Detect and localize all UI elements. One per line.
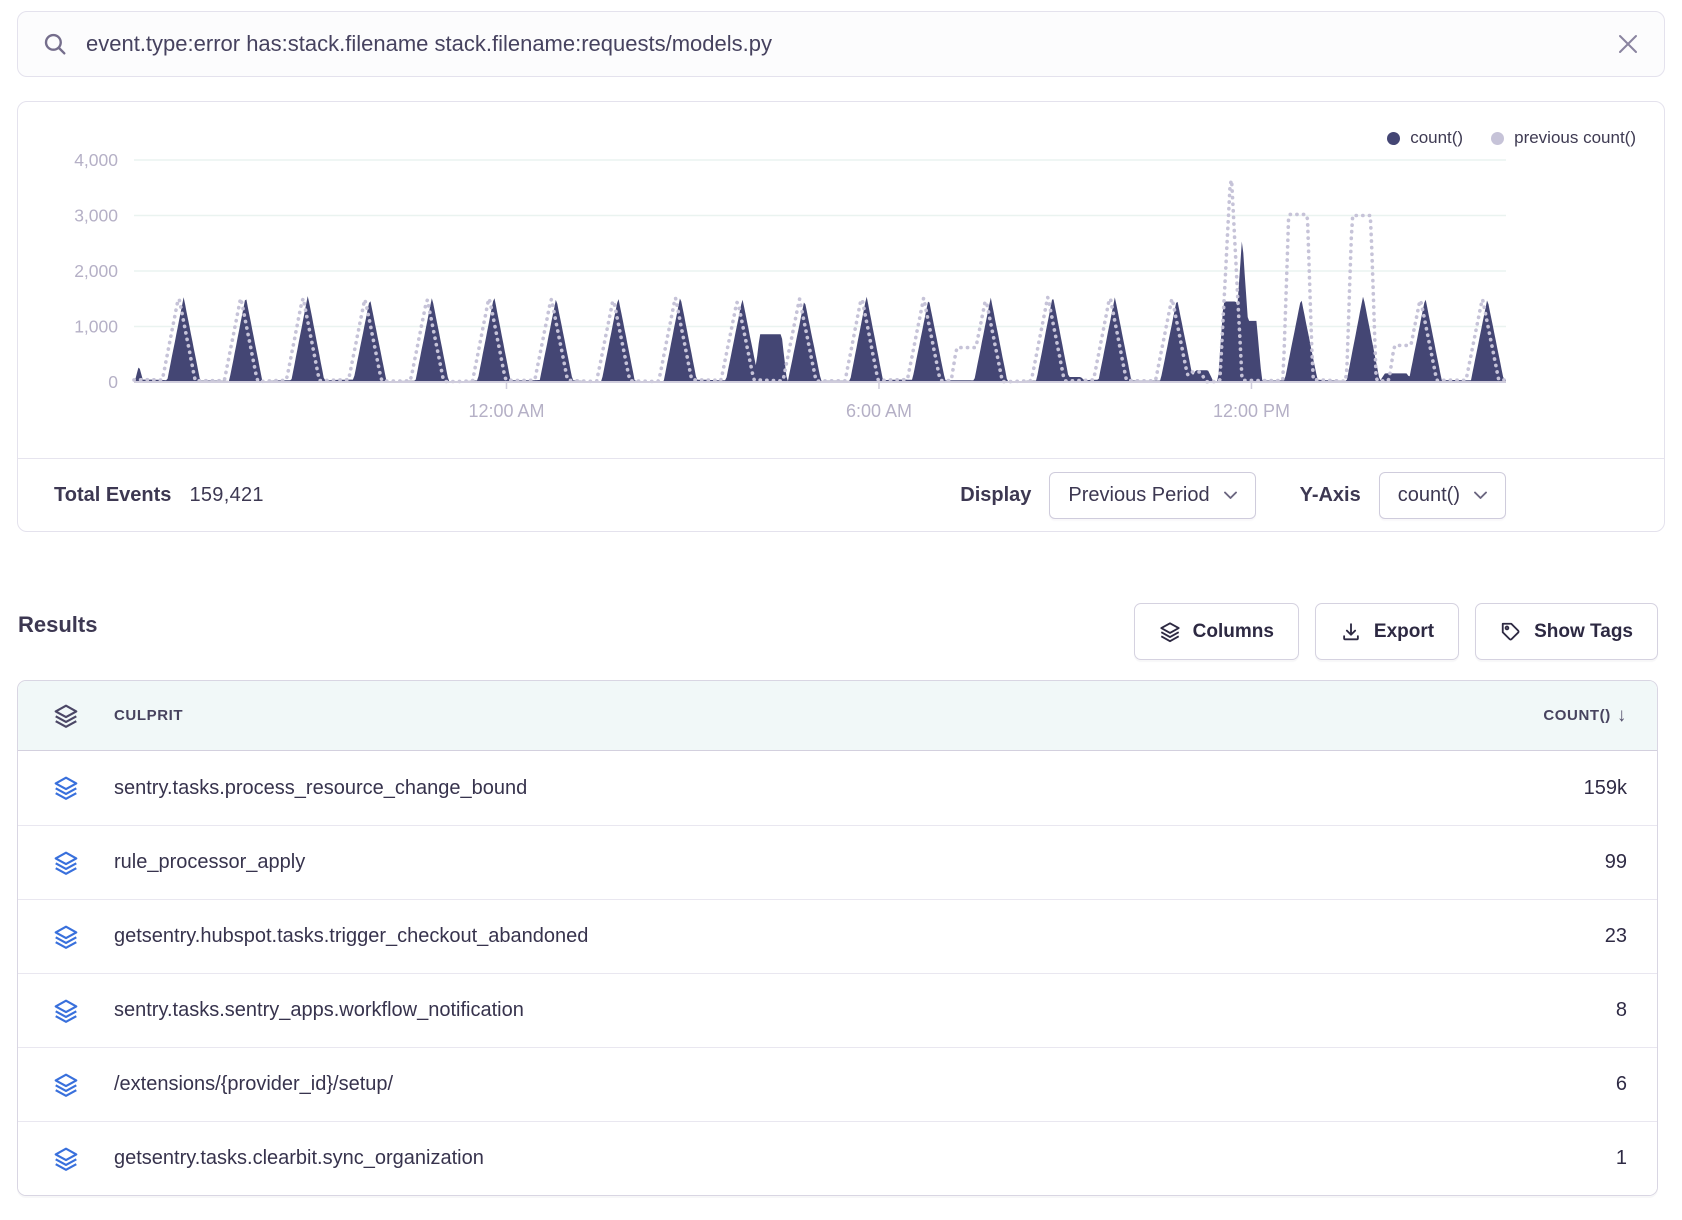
search-input[interactable] [86, 31, 1616, 57]
show-tags-button[interactable]: Show Tags [1475, 603, 1658, 660]
column-header-culprit[interactable]: CULPRIT [114, 707, 183, 724]
y-axis-dropdown-value: count() [1398, 484, 1460, 507]
display-dropdown[interactable]: Previous Period [1049, 472, 1255, 519]
culprit-cell[interactable]: sentry.tasks.sentry_apps.workflow_notifi… [114, 999, 524, 1022]
download-icon [1340, 621, 1362, 643]
stack-icon [1159, 621, 1181, 643]
export-button[interactable]: Export [1315, 603, 1459, 660]
culprit-cell[interactable]: getsentry.tasks.clearbit.sync_organizati… [114, 1147, 484, 1170]
stack-icon [18, 924, 114, 950]
table-header-row: CULPRIT COUNT() ↓ [18, 681, 1657, 751]
svg-text:0: 0 [108, 372, 118, 392]
table-row: getsentry.hubspot.tasks.trigger_checkout… [18, 899, 1657, 973]
svg-text:2,000: 2,000 [74, 261, 118, 281]
chart-legend: count() previous count() [1387, 128, 1636, 148]
display-dropdown-value: Previous Period [1068, 484, 1209, 507]
y-axis-label: Y-Axis [1300, 484, 1361, 507]
svg-text:12:00 AM: 12:00 AM [468, 401, 544, 421]
results-heading: Results [18, 612, 97, 638]
sort-desc-icon: ↓ [1617, 705, 1627, 727]
svg-text:1,000: 1,000 [74, 317, 118, 337]
chart-panel-footer: Total Events 159,421 Display Previous Pe… [18, 458, 1664, 531]
legend-label: count() [1410, 128, 1463, 148]
svg-text:12:00 PM: 12:00 PM [1213, 401, 1290, 421]
tag-icon [1500, 621, 1522, 643]
results-actions: Columns Export Show Tags [1134, 603, 1658, 660]
events-area-chart: 0 1,000 2,000 3,000 4,000 12:00 AM 6:00 AM 12:0… [38, 132, 1646, 462]
culprit-cell[interactable]: /extensions/{provider_id}/setup/ [114, 1073, 393, 1096]
svg-text:4,000: 4,000 [74, 150, 118, 170]
table-row: sentry.tasks.process_resource_change_bou… [18, 751, 1657, 825]
table-row: sentry.tasks.sentry_apps.workflow_notifi… [18, 973, 1657, 1047]
count-cell: 8 [1616, 999, 1657, 1022]
stack-icon [18, 703, 114, 729]
stack-icon [18, 1072, 114, 1098]
stack-icon [18, 1146, 114, 1172]
total-events-value: 159,421 [189, 484, 263, 507]
table-row: /extensions/{provider_id}/setup/ 6 [18, 1047, 1657, 1121]
results-table: CULPRIT COUNT() ↓ sentry.tasks.process_r… [17, 680, 1658, 1196]
events-chart-panel: count() previous count() 0 1,000 2,000 3,00… [17, 101, 1665, 532]
y-axis-dropdown[interactable]: count() [1379, 472, 1506, 519]
search-icon [42, 31, 68, 57]
previous-count-series-dot [1491, 132, 1504, 145]
count-series-dot [1387, 132, 1400, 145]
legend-label: previous count() [1514, 128, 1636, 148]
svg-text:6:00 AM: 6:00 AM [846, 401, 912, 421]
chevron-down-icon [1224, 491, 1237, 500]
table-row: rule_processor_apply 99 [18, 825, 1657, 899]
culprit-cell[interactable]: getsentry.hubspot.tasks.trigger_checkout… [114, 925, 588, 948]
stack-icon [18, 850, 114, 876]
legend-item-count[interactable]: count() [1387, 128, 1463, 148]
count-cell: 1 [1616, 1147, 1657, 1170]
count-cell: 23 [1605, 925, 1657, 948]
count-header-label: COUNT() [1543, 707, 1611, 724]
clear-search-icon[interactable] [1616, 32, 1640, 56]
culprit-cell[interactable]: sentry.tasks.process_resource_change_bou… [114, 777, 527, 800]
display-label: Display [960, 484, 1031, 507]
chevron-down-icon [1474, 491, 1487, 500]
columns-button[interactable]: Columns [1134, 603, 1299, 660]
column-header-count[interactable]: COUNT() ↓ [1543, 705, 1657, 727]
culprit-cell[interactable]: rule_processor_apply [114, 851, 305, 874]
stack-icon [18, 998, 114, 1024]
show-tags-button-label: Show Tags [1534, 621, 1633, 643]
export-button-label: Export [1374, 621, 1434, 643]
total-events-label: Total Events [54, 484, 171, 507]
search-bar [17, 11, 1665, 77]
columns-button-label: Columns [1193, 621, 1274, 643]
count-cell: 6 [1616, 1073, 1657, 1096]
count-cell: 99 [1605, 851, 1657, 874]
table-row: getsentry.tasks.clearbit.sync_organizati… [18, 1121, 1657, 1195]
stack-icon [18, 775, 114, 801]
count-cell: 159k [1584, 777, 1657, 800]
svg-text:3,000: 3,000 [74, 206, 118, 226]
legend-item-previous-count[interactable]: previous count() [1491, 128, 1636, 148]
